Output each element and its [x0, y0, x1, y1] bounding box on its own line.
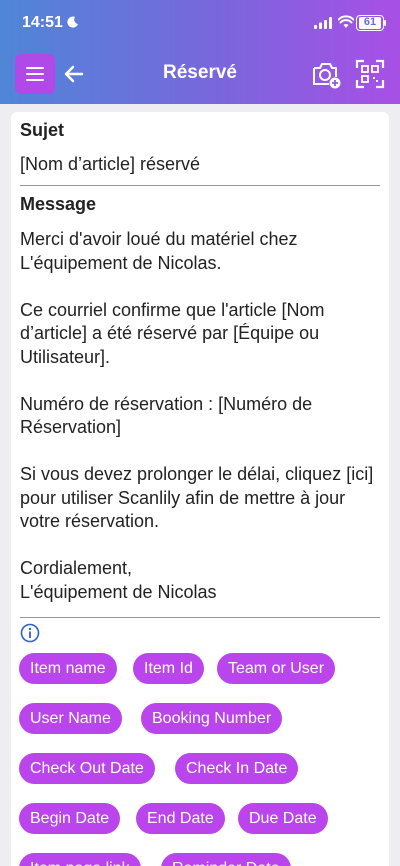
chip-check-out-date[interactable]: Check Out Date: [19, 753, 155, 784]
chip-item-name[interactable]: Item name: [19, 653, 117, 684]
signal-icon: [314, 17, 332, 29]
chip-item-page-link[interactable]: Item page link: [19, 853, 141, 866]
chip-due-date[interactable]: Due Date: [238, 803, 328, 834]
subject-field[interactable]: [Nom d’article] réservé: [20, 154, 200, 175]
battery-nub: [384, 20, 386, 26]
chip-user-name[interactable]: User Name: [19, 703, 122, 734]
message-label: Message: [20, 194, 97, 214]
message-field[interactable]: Merci d'avoir loué du matériel chez L'éq…: [20, 228, 376, 604]
status-time: 14:51: [22, 14, 63, 31]
subject-divider: [20, 185, 380, 186]
status-bar: 14:51 61: [0, 0, 400, 48]
moon-icon: [67, 16, 78, 28]
subject-label: Sujet: [20, 120, 65, 140]
chip-team-or-user[interactable]: Team or User: [217, 653, 336, 684]
qr-scan-icon[interactable]: [354, 58, 386, 90]
battery-level: 61: [359, 17, 381, 29]
chip-booking-number[interactable]: Booking Number: [141, 703, 283, 734]
info-icon[interactable]: [20, 623, 40, 643]
battery-icon: 61: [356, 15, 384, 31]
chip-check-in-date[interactable]: Check In Date: [175, 753, 299, 784]
email-template-card: Sujet [Nom d’article] réservé Message Me…: [11, 112, 389, 866]
chip-begin-date[interactable]: Begin Date: [19, 803, 121, 834]
chip-reminder-date[interactable]: Reminder Date: [161, 853, 291, 866]
chip-item-id[interactable]: Item Id: [133, 653, 204, 684]
app-bar: 14:51 61 Réservé: [0, 0, 400, 104]
chip-end-date[interactable]: End Date: [136, 803, 225, 834]
message-divider: [20, 617, 380, 618]
add-photo-icon[interactable]: [310, 58, 342, 90]
wifi-icon: [338, 15, 354, 28]
